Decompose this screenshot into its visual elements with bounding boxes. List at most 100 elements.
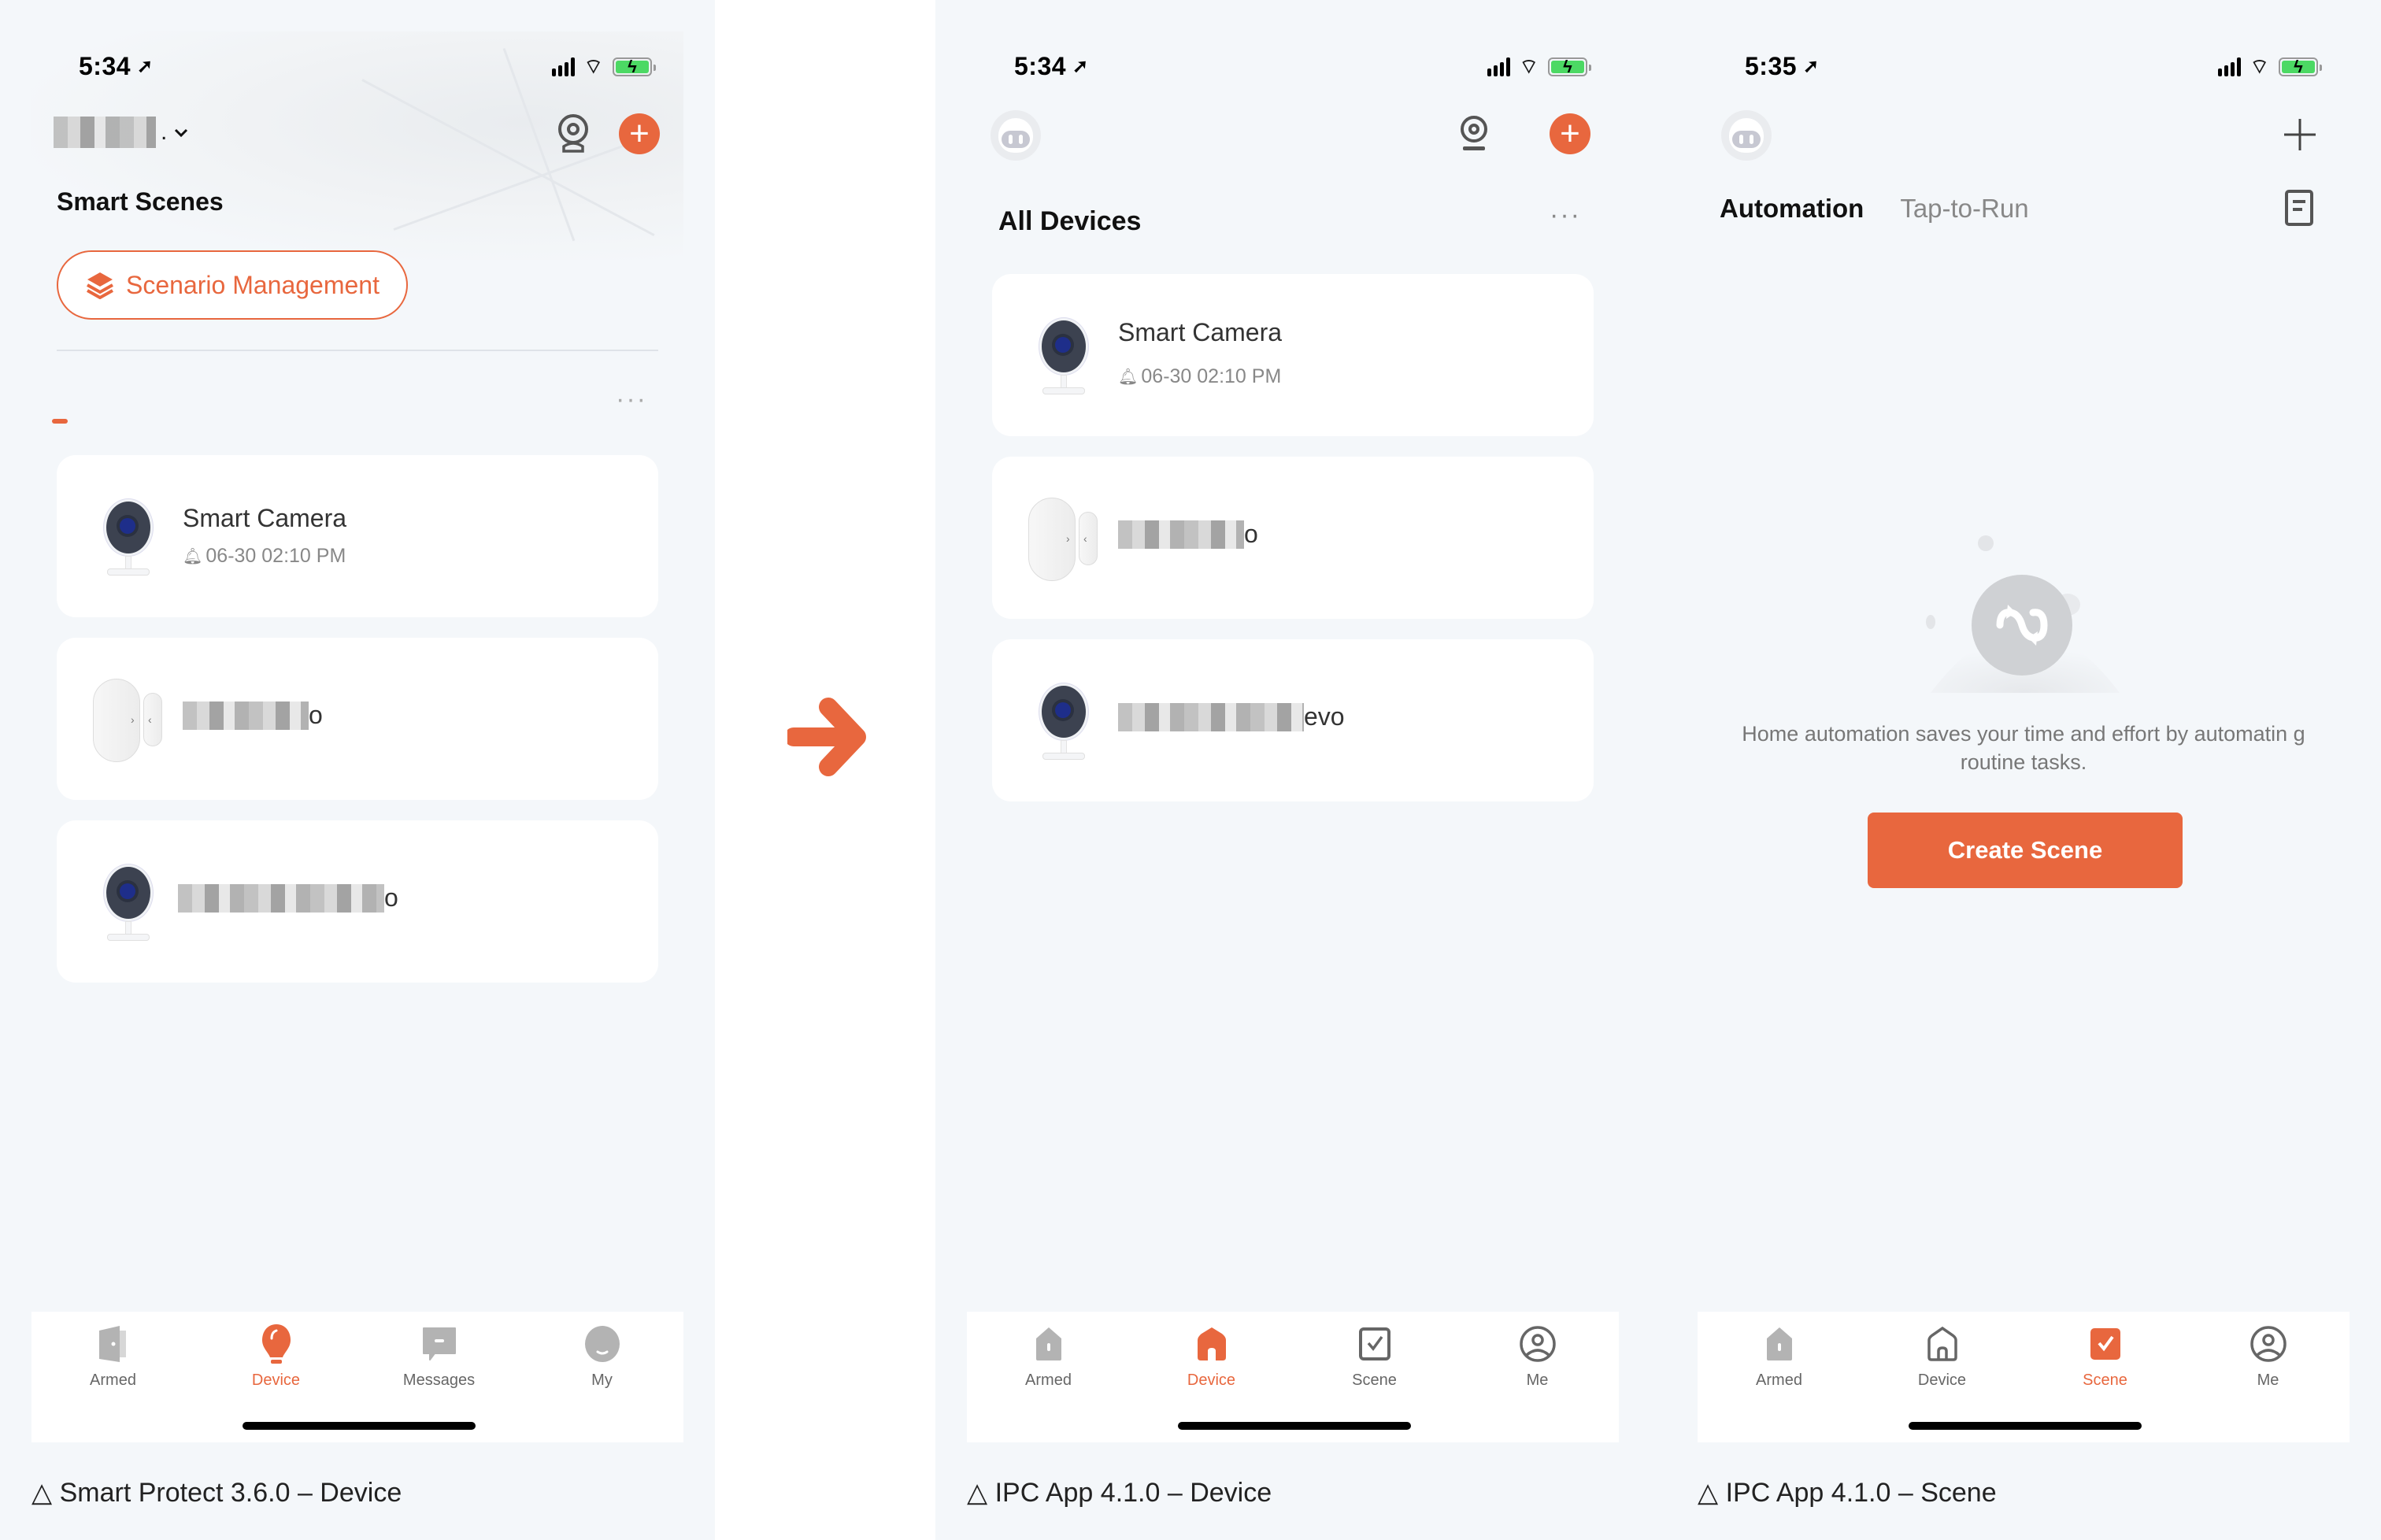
device-last-event: 🔔︎ 06-30 02:10 PM	[183, 545, 346, 568]
tab-messages[interactable]: Messages	[357, 1320, 520, 1406]
location-arrow-icon: ➚	[137, 56, 154, 77]
avatar[interactable]	[1721, 110, 1772, 161]
tab-my[interactable]: My	[520, 1320, 683, 1406]
bell-icon: 🔔︎	[183, 548, 203, 565]
add-device-button[interactable]: +	[619, 113, 660, 154]
camera-icon	[1461, 116, 1487, 150]
blurred-name	[1118, 702, 1304, 731]
signal-icon	[1487, 57, 1510, 76]
add-icon: +	[1560, 114, 1580, 153]
status-time: 5:35 ➚	[1745, 52, 1820, 81]
automation-empty-illustration	[1926, 535, 2120, 693]
blurred-name	[178, 883, 384, 913]
device-card[interactable]: Smart Camera 🔔︎ 06-30 02:10 PM	[57, 455, 658, 617]
add-scene-icon[interactable]	[2282, 117, 2318, 153]
time-text: 5:35	[1745, 52, 1798, 80]
location-arrow-icon: ➚	[1803, 56, 1820, 77]
device-name: evo	[1118, 702, 1345, 731]
home-icon	[1927, 1326, 1957, 1361]
home-indicator	[1178, 1422, 1411, 1430]
room-tab-indicator[interactable]	[52, 419, 68, 424]
tab-label: Scene	[2083, 1372, 2127, 1389]
tab-armed[interactable]: Armed	[1698, 1320, 1861, 1406]
battery-icon: ϟ	[1548, 57, 1591, 76]
section-title: All Devices	[998, 206, 1142, 236]
layers-icon	[87, 272, 113, 299]
tab-scene[interactable]: Scene	[1293, 1320, 1456, 1406]
home-name-blurred	[54, 117, 156, 148]
message-icon	[422, 1327, 456, 1360]
status-time: 5:34 ➚	[79, 52, 154, 81]
add-device-button[interactable]: +	[1550, 113, 1590, 154]
device-name: o	[178, 883, 398, 913]
device-card[interactable]: Smart Camera 🔔︎ 06-30 02:10 PM	[992, 274, 1594, 436]
name-suffix: evo	[1304, 702, 1345, 731]
signal-icon	[551, 57, 575, 76]
screen-caption: △ IPC App 4.1.0 – Device	[967, 1478, 1272, 1508]
device-last-event: 🔔︎ 06-30 02:10 PM	[1118, 365, 1281, 388]
tab-label: My	[591, 1372, 613, 1389]
home-indicator	[243, 1422, 476, 1430]
tab-me[interactable]: Me	[2187, 1320, 2350, 1406]
tab-me[interactable]: Me	[1456, 1320, 1619, 1406]
device-name: Smart Camera	[183, 504, 347, 532]
add-icon: +	[629, 114, 650, 153]
section-title: Smart Scenes	[57, 187, 224, 216]
camera-device-icon	[1036, 318, 1091, 397]
bell-icon: 🔔︎	[1118, 368, 1139, 386]
arrow-right-icon	[787, 698, 866, 776]
bulb-icon	[261, 1324, 291, 1364]
scenario-management-label: Scenario Management	[126, 270, 380, 299]
tab-automation[interactable]: Automation	[1720, 194, 1864, 224]
device-card[interactable]: › ‹ o	[992, 457, 1594, 619]
more-button[interactable]: ···	[616, 384, 647, 415]
tab-device[interactable]: Device	[1130, 1320, 1293, 1406]
wifi-icon: ⌔	[583, 54, 603, 78]
shield-door-icon	[98, 1326, 126, 1362]
camera-device-icon	[101, 864, 156, 943]
status-icons: ⌔ ϟ	[551, 54, 656, 80]
device-card[interactable]: evo	[992, 639, 1594, 801]
home-icon	[1197, 1327, 1226, 1360]
create-scene-button[interactable]: Create Scene	[1868, 813, 2183, 888]
battery-icon: ϟ	[2279, 57, 2322, 76]
door-sensor-icon: › ‹	[1028, 498, 1099, 584]
screen-ipc-device: 5:34 ➚ ⌔ ϟ + All Devices ··· Smart Camer…	[967, 0, 1619, 1508]
device-name: o	[1118, 520, 1258, 549]
tab-label: Device	[251, 1372, 301, 1389]
scenario-management-button[interactable]: Scenario Management	[57, 250, 408, 320]
tab-device[interactable]: Device	[194, 1320, 357, 1406]
tab-tap-to-run[interactable]: Tap-to-Run	[1900, 194, 2028, 224]
wifi-icon: ⌔	[1519, 54, 1539, 78]
screen-ipc-scene: 5:35 ➚ ⌔ ϟ Automation Tap-to-Run Home au…	[1698, 0, 2350, 1508]
tab-label: Device	[1917, 1372, 1967, 1389]
screen-caption: △ Smart Protect 3.6.0 – Device	[31, 1478, 402, 1508]
status-time: 5:34 ➚	[1014, 52, 1089, 81]
avatar[interactable]	[991, 110, 1041, 161]
tab-device[interactable]: Device	[1861, 1320, 2024, 1406]
screen-smart-protect: 5:34 ➚ ⌔ ϟ . + Smart Scenes Scenario Man…	[31, 0, 683, 1508]
signal-icon	[2217, 57, 2241, 76]
device-event-time: 06-30 02:10 PM	[1141, 365, 1282, 387]
camera-button[interactable]	[1453, 113, 1494, 154]
tab-armed[interactable]: Armed	[967, 1320, 1130, 1406]
checkbox-icon	[1358, 1327, 1390, 1360]
tab-bar: Armed Device Scene Me	[1698, 1312, 2350, 1442]
name-suffix: o	[1244, 520, 1258, 548]
name-suffix: o	[309, 701, 323, 729]
device-card[interactable]: o	[57, 820, 658, 983]
camera-button[interactable]	[553, 113, 594, 154]
camera-icon	[558, 114, 588, 153]
device-event-time: 06-30 02:10 PM	[206, 545, 346, 567]
more-button[interactable]: ···	[1550, 200, 1581, 231]
profile-icon	[1519, 1326, 1556, 1362]
device-name: Smart Camera	[1118, 318, 1283, 346]
tab-label: Me	[1526, 1372, 1549, 1389]
armed-house-icon	[1766, 1327, 1792, 1360]
checkbox-icon	[2090, 1328, 2120, 1360]
tab-scene[interactable]: Scene	[2024, 1320, 2187, 1406]
home-selector[interactable]: .	[54, 117, 191, 148]
device-card[interactable]: › ‹ o	[57, 638, 658, 800]
log-icon[interactable]	[2283, 189, 2315, 227]
tab-armed[interactable]: Armed	[31, 1320, 194, 1406]
